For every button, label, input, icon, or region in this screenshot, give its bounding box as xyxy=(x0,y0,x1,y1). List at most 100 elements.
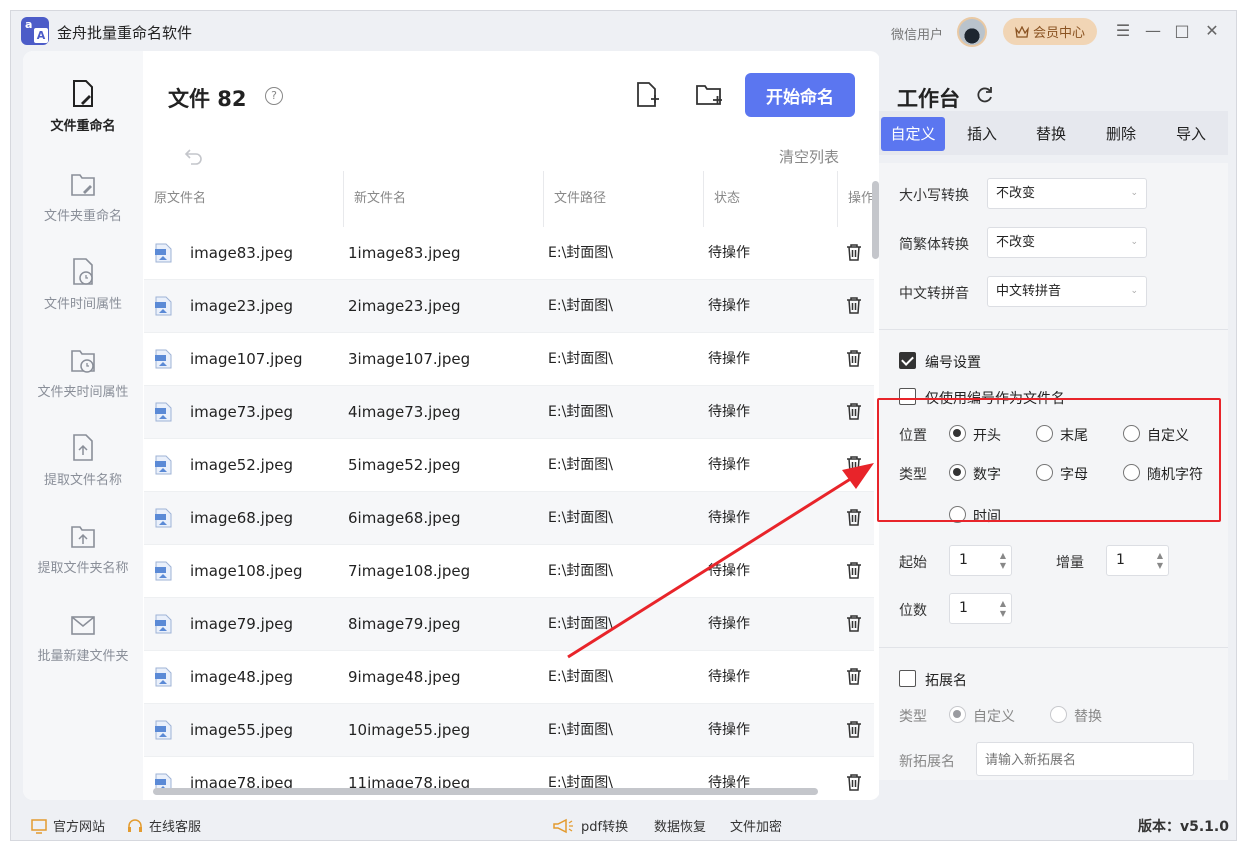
help-icon[interactable]: ? xyxy=(265,87,283,105)
table-row[interactable]: image78.jpeg 11image78.jpeg E:\封面图\ 待操作 xyxy=(144,757,874,792)
undo-icon[interactable] xyxy=(183,145,205,167)
sidebar-item-batch-new-folder[interactable]: 批量新建文件夹 xyxy=(23,609,143,679)
avatar[interactable] xyxy=(957,17,987,47)
sidebar-item-file-time[interactable]: 文件时间属性 xyxy=(23,257,143,327)
new-name-cell: 2image23.jpeg xyxy=(348,297,461,315)
table-row[interactable]: image68.jpeg 6image68.jpeg E:\封面图\ 待操作 xyxy=(144,492,874,545)
start-stepper[interactable]: 1 ▲ ▼ xyxy=(949,545,1012,576)
trash-icon[interactable] xyxy=(846,561,862,579)
status-cell: 待操作 xyxy=(708,669,750,685)
trad-select[interactable]: 不改变 ⌄ xyxy=(987,227,1147,258)
sidebar-item-folder-time[interactable]: 文件夹时间属性 xyxy=(23,345,143,415)
data-recovery-link[interactable]: 数据恢复 xyxy=(654,816,706,835)
pdf-convert-link[interactable]: pdf转换 xyxy=(551,816,628,835)
app-title: 金舟批量重命名软件 xyxy=(57,24,193,42)
status-cell: 待操作 xyxy=(708,775,750,791)
official-website-link[interactable]: 官方网站 xyxy=(31,816,105,835)
sidebar-item-label: 批量新建文件夹 xyxy=(37,649,129,664)
ext-type-radio-replace[interactable] xyxy=(1050,706,1067,723)
online-service-link[interactable]: 在线客服 xyxy=(127,816,201,835)
official-website-label: 官方网站 xyxy=(53,820,106,835)
table-row[interactable]: image73.jpeg 4image73.jpeg E:\封面图\ 待操作 xyxy=(144,386,874,439)
new-name-cell: 11image78.jpeg xyxy=(348,774,471,792)
footer: 官方网站 在线客服 pdf转换 数据恢复 文件加密 版本：v5.1.0 xyxy=(11,806,1238,842)
vip-center-label: 会员中心 xyxy=(1032,26,1085,41)
trash-icon[interactable] xyxy=(846,243,862,261)
file-encrypt-link[interactable]: 文件加密 xyxy=(730,816,782,835)
numbering-checkbox[interactable] xyxy=(899,352,916,369)
sidebar-item-extract-file-name[interactable]: 提取文件名称 xyxy=(23,433,143,503)
status-cell: 待操作 xyxy=(708,298,750,314)
table-row[interactable]: image79.jpeg 8image79.jpeg E:\封面图\ 待操作 xyxy=(144,598,874,651)
table-row[interactable]: image55.jpeg 10image55.jpeg E:\封面图\ 待操作 xyxy=(144,704,874,757)
original-name-cell: image108.jpeg xyxy=(190,562,303,580)
add-folder-icon[interactable] xyxy=(695,81,723,109)
new-name-cell: 3image107.jpeg xyxy=(348,350,471,368)
add-file-icon[interactable] xyxy=(633,81,661,109)
trash-icon[interactable] xyxy=(846,508,862,526)
sidebar-item-file-rename[interactable]: 文件重命名 xyxy=(23,79,143,149)
table-row[interactable]: image83.jpeg 1image83.jpeg E:\封面图\ 待操作 xyxy=(144,227,874,280)
step-label: 增量 xyxy=(1056,555,1084,571)
table-row[interactable]: image107.jpeg 3image107.jpeg E:\封面图\ 待操作 xyxy=(144,333,874,386)
mail-folder-icon xyxy=(71,616,95,635)
tab-insert[interactable]: 插入 xyxy=(949,117,1015,151)
horizontal-scrollbar[interactable] xyxy=(153,788,818,795)
new-extension-input[interactable] xyxy=(976,742,1194,776)
table-row[interactable]: image48.jpeg 9image48.jpeg E:\封面图\ 待操作 xyxy=(144,651,874,704)
ext-type-option-label: 替换 xyxy=(1074,709,1102,725)
ext-type-radio-custom[interactable] xyxy=(949,706,966,723)
new-name-cell: 7image108.jpeg xyxy=(348,562,471,580)
status-cell: 待操作 xyxy=(708,457,750,473)
menu-icon[interactable]: ☰ xyxy=(1113,21,1133,41)
sidebar-item-label: 文件重命名 xyxy=(50,119,116,134)
pinyin-select[interactable]: 中文转拼音 ⌄ xyxy=(987,276,1147,307)
tab-import[interactable]: 导入 xyxy=(1157,117,1225,151)
minimize-icon[interactable]: — xyxy=(1143,21,1163,41)
sidebar-item-folder-rename[interactable]: 文件夹重命名 xyxy=(23,169,143,239)
new-name-cell: 4image73.jpeg xyxy=(348,403,461,421)
stepper-up-icon[interactable]: ▲ xyxy=(1000,600,1006,608)
tab-delete[interactable]: 删除 xyxy=(1087,117,1155,151)
trash-icon[interactable] xyxy=(846,667,862,685)
trash-icon[interactable] xyxy=(846,349,862,367)
tab-replace[interactable]: 替换 xyxy=(1017,117,1085,151)
start-rename-button[interactable]: 开始命名 xyxy=(745,73,855,117)
trash-icon[interactable] xyxy=(846,455,862,473)
case-select[interactable]: 不改变 ⌄ xyxy=(987,178,1147,209)
close-icon[interactable]: ✕ xyxy=(1202,21,1222,41)
trash-icon[interactable] xyxy=(846,773,862,791)
original-name-cell: image73.jpeg xyxy=(190,403,294,421)
stepper-down-icon[interactable]: ▼ xyxy=(1000,562,1006,570)
trash-icon[interactable] xyxy=(846,614,862,632)
table-row[interactable]: image23.jpeg 2image23.jpeg E:\封面图\ 待操作 xyxy=(144,280,874,333)
user-name[interactable]: 微信用户 xyxy=(891,24,943,43)
stepper-up-icon[interactable]: ▲ xyxy=(1000,552,1006,560)
vip-center-button[interactable]: 会员中心 xyxy=(1003,18,1097,45)
stepper-down-icon[interactable]: ▼ xyxy=(1157,562,1163,570)
crown-icon xyxy=(1015,25,1029,38)
stepper-up-icon[interactable]: ▲ xyxy=(1157,552,1163,560)
jpeg-file-icon xyxy=(155,614,172,634)
refresh-icon[interactable] xyxy=(975,85,995,105)
table-row[interactable]: image108.jpeg 7image108.jpeg E:\封面图\ 待操作 xyxy=(144,545,874,598)
trash-icon[interactable] xyxy=(846,296,862,314)
trash-icon[interactable] xyxy=(846,402,862,420)
original-name-cell: image23.jpeg xyxy=(190,297,294,315)
step-stepper[interactable]: 1 ▲ ▼ xyxy=(1106,545,1169,576)
table-row[interactable]: image52.jpeg 5image52.jpeg E:\封面图\ 待操作 xyxy=(144,439,874,492)
extension-checkbox[interactable] xyxy=(899,670,916,687)
maximize-icon[interactable]: □ xyxy=(1172,21,1192,41)
main-panel: 文件重命名 文件夹重命名 文件时间属性 文件夹时间属性 提取文件名称 提取文件夹… xyxy=(23,51,880,800)
column-header: 操作 xyxy=(848,191,874,206)
sidebar-item-extract-folder-name[interactable]: 提取文件夹名称 xyxy=(23,521,143,591)
path-cell: E:\封面图\ xyxy=(548,351,613,367)
stepper-down-icon[interactable]: ▼ xyxy=(1000,610,1006,618)
trash-icon[interactable] xyxy=(846,720,862,738)
digits-stepper[interactable]: 1 ▲ ▼ xyxy=(949,593,1012,624)
tab-custom[interactable]: 自定义 xyxy=(881,117,945,151)
vertical-scrollbar[interactable] xyxy=(872,181,879,259)
jpeg-file-icon xyxy=(155,296,172,316)
clear-list-button[interactable]: 清空列表 xyxy=(779,146,839,167)
file-upload-icon xyxy=(73,434,93,461)
